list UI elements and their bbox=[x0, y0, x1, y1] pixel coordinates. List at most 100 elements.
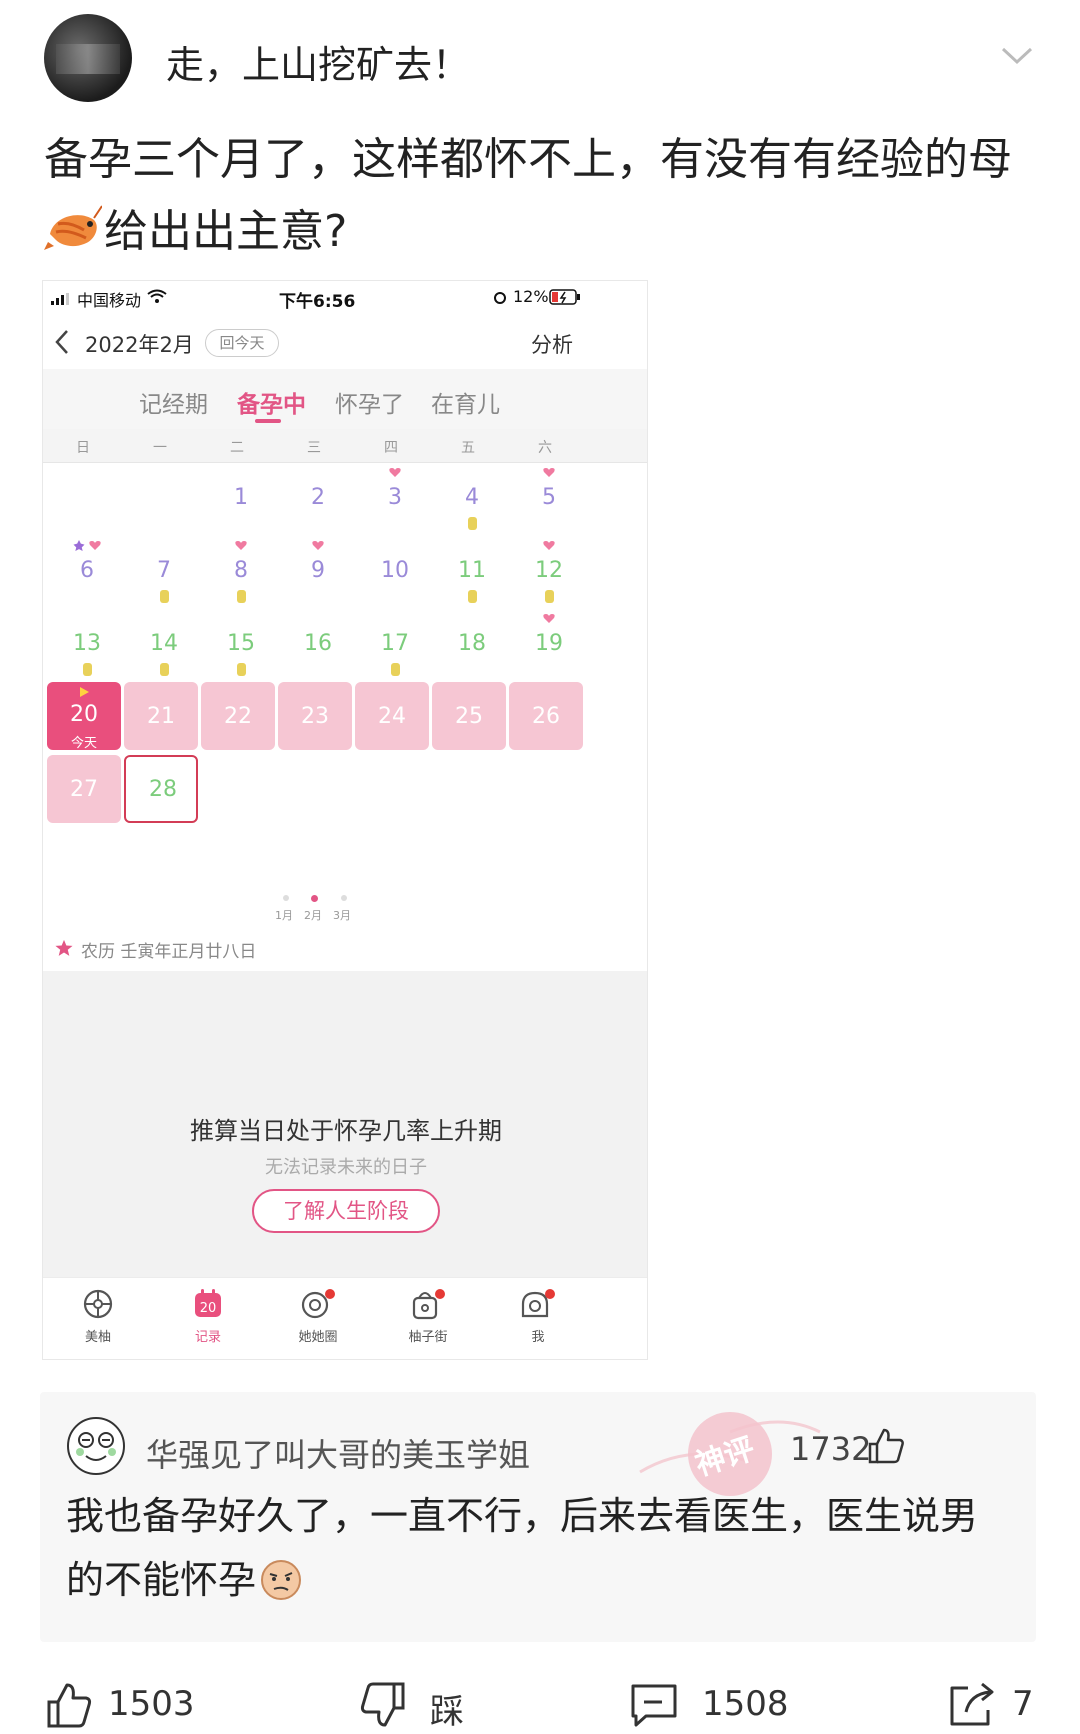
tab-preparing[interactable]: 备孕中 bbox=[237, 385, 306, 419]
calendar-badge-number: 20 bbox=[200, 1301, 217, 1316]
tab-parenting[interactable]: 在育儿 bbox=[431, 385, 500, 419]
tab-label: 她她圈 bbox=[298, 1330, 338, 1345]
calendar-day[interactable]: 15 bbox=[201, 609, 281, 685]
day-number: 23 bbox=[301, 704, 329, 729]
app-screenshot[interactable]: 中国移动 下午6:56 12% 2022年2月 回今天 分析 记经期 备孕中 怀… bbox=[42, 280, 648, 1360]
day-number: 7 bbox=[157, 558, 171, 583]
calendar-day[interactable]: 6 bbox=[47, 536, 127, 612]
dislike-button[interactable]: 踩 bbox=[360, 1682, 480, 1732]
lunar-date-row: 农历 壬寅年正月廿八日 bbox=[43, 931, 647, 971]
calendar-day[interactable]: 18 bbox=[432, 609, 512, 685]
heart-icon bbox=[543, 468, 555, 477]
calendar-day[interactable]: 25 bbox=[432, 682, 506, 750]
calendar-day[interactable]: 4 bbox=[432, 463, 512, 539]
calendar-day[interactable]: 12 bbox=[509, 536, 589, 612]
wifi-icon bbox=[147, 289, 167, 303]
comment-button[interactable]: 1508 bbox=[630, 1682, 800, 1732]
calendar-day[interactable]: 5 bbox=[509, 463, 589, 539]
pager-dot-active bbox=[311, 895, 318, 902]
share-button[interactable]: 7 bbox=[946, 1682, 1046, 1732]
like-button[interactable]: 1503 bbox=[46, 1682, 206, 1732]
like-count: 1503 bbox=[108, 1684, 195, 1724]
weekday: 三 bbox=[307, 440, 321, 456]
calendar-day[interactable]: 28 bbox=[124, 755, 198, 823]
comment-icon bbox=[631, 1684, 677, 1727]
calendar-header: 2022年2月 回今天 分析 bbox=[43, 317, 647, 369]
pager-label[interactable]: 1月 bbox=[275, 907, 293, 923]
learn-life-stage-button[interactable]: 了解人生阶段 bbox=[252, 1189, 440, 1233]
thumbs-up-icon[interactable] bbox=[866, 1426, 906, 1466]
calendar-day[interactable]: 20 今天 bbox=[47, 682, 121, 751]
lock-rotation-icon bbox=[494, 292, 506, 304]
today-label: 今天 bbox=[70, 736, 97, 751]
calendar-day[interactable]: 22 bbox=[201, 682, 275, 750]
tab-me[interactable]: 我 bbox=[483, 1288, 593, 1345]
analysis-button[interactable]: 分析 bbox=[531, 329, 573, 359]
comment-text-line2: 的不能怀孕 bbox=[66, 1548, 1016, 1612]
calendar-day[interactable]: 24 bbox=[355, 682, 429, 750]
day-number: 17 bbox=[381, 631, 409, 656]
tab-shop[interactable]: 柚子街 bbox=[373, 1288, 483, 1345]
month-title: 2022年2月 bbox=[85, 333, 194, 357]
calendar-day[interactable]: 11 bbox=[432, 536, 512, 612]
day-number: 11 bbox=[458, 558, 486, 583]
signal-icon bbox=[51, 293, 69, 305]
coin-icon bbox=[237, 590, 246, 603]
calendar-day[interactable]: 23 bbox=[278, 682, 352, 750]
tab-period[interactable]: 记经期 bbox=[139, 385, 208, 419]
action-bar: 1503 踩 1508 7 bbox=[0, 1662, 1080, 1734]
hot-comment[interactable]: 华强见了叫大哥的美玉学姐 神评 1732 我也备孕好久了，一直不行，后来去看医生… bbox=[40, 1392, 1036, 1642]
time: 下午6:56 bbox=[279, 292, 356, 312]
comment-avatar[interactable] bbox=[66, 1416, 126, 1476]
calendar-day[interactable]: 8 bbox=[201, 536, 281, 612]
tab-pregnant[interactable]: 怀孕了 bbox=[335, 385, 404, 419]
calendar-day[interactable]: 19 bbox=[509, 609, 589, 685]
flag-icon bbox=[80, 687, 89, 697]
calendar-day[interactable]: 9 bbox=[278, 536, 358, 612]
tab-circle[interactable]: 她她圈 bbox=[263, 1288, 373, 1345]
pager-dot bbox=[283, 895, 289, 901]
calendar-day[interactable]: 14 bbox=[124, 609, 204, 685]
pager-dot bbox=[341, 895, 347, 901]
heart-icon bbox=[543, 614, 555, 623]
chevron-down-icon[interactable] bbox=[1000, 44, 1034, 68]
day-number: 8 bbox=[234, 558, 248, 583]
back-to-today-button[interactable]: 回今天 bbox=[205, 329, 279, 357]
pager-label[interactable]: 2月 bbox=[304, 907, 322, 923]
lunar-date: 农历 壬寅年正月廿八日 bbox=[81, 942, 257, 962]
comment-username[interactable]: 华强见了叫大哥的美玉学姐 bbox=[146, 1430, 530, 1476]
comment-text-line1: 我也备孕好久了，一直不行，后来去看医生，医生说男 bbox=[66, 1494, 979, 1538]
tab-record[interactable]: 20 记录 bbox=[153, 1288, 263, 1345]
info-panel: 推算当日处于怀孕几率上升期 无法记录未来的日子 了解人生阶段 bbox=[43, 971, 647, 1277]
heart-icon bbox=[89, 541, 101, 550]
comment-text-line2-text: 的不能怀孕 bbox=[66, 1558, 257, 1602]
calendar-day[interactable]: 2 bbox=[278, 463, 358, 539]
calendar-day[interactable]: 21 bbox=[124, 682, 198, 750]
tab-meiyou[interactable]: 美柚 bbox=[43, 1288, 153, 1345]
calendar-day[interactable]: 13 bbox=[47, 609, 127, 685]
post-text-line1: 备孕三个月了，这样都怀不上，有没有有经验的母 bbox=[44, 134, 1012, 185]
calendar-day[interactable]: 10 bbox=[355, 536, 435, 612]
day-number: 6 bbox=[80, 558, 94, 583]
avatar[interactable] bbox=[44, 14, 132, 102]
calendar-day[interactable]: 7 bbox=[124, 536, 204, 612]
calendar-day[interactable]: 1 bbox=[201, 463, 281, 539]
day-number: 9 bbox=[311, 558, 325, 583]
day-number: 12 bbox=[535, 558, 563, 583]
post-header: 走，上山挖矿去！ bbox=[0, 0, 1080, 120]
dislike-label: 踩 bbox=[430, 1692, 464, 1732]
calendar-day[interactable]: 26 bbox=[509, 682, 583, 750]
calendar-day[interactable]: 3 bbox=[355, 463, 435, 539]
smirk-emoji-icon bbox=[261, 1560, 302, 1600]
calendar-day[interactable]: 16 bbox=[278, 609, 358, 685]
day-number: 3 bbox=[388, 485, 402, 510]
day-number: 20 bbox=[70, 702, 98, 727]
calendar-day[interactable]: 17 bbox=[355, 609, 435, 685]
pager-label[interactable]: 3月 bbox=[333, 907, 351, 923]
back-arrow-icon[interactable] bbox=[53, 329, 71, 355]
heart-icon bbox=[235, 541, 247, 550]
heart-icon bbox=[312, 541, 324, 550]
calendar-day[interactable]: 27 bbox=[47, 755, 121, 823]
username[interactable]: 走，上山挖矿去！ bbox=[166, 34, 470, 89]
battery-icon bbox=[549, 289, 580, 305]
